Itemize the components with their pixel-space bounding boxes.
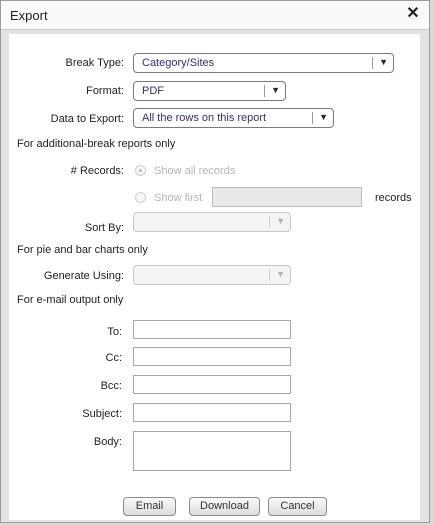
select-divider: [269, 269, 270, 281]
generate-using-select[interactable]: ▼: [133, 265, 291, 285]
show-first-label: Show first: [154, 192, 203, 204]
export-dialog: Export ✕ Break Type: Category/Sites ▼ Fo…: [0, 0, 430, 523]
radio-selected-icon: [139, 169, 142, 172]
email-button[interactable]: Email: [123, 497, 176, 516]
to-label: To:: [107, 326, 122, 338]
dialog-titlebar: Export ✕: [1, 1, 429, 30]
select-divider: [372, 57, 373, 69]
records-count-input[interactable]: [212, 187, 362, 207]
chevron-down-icon: ▼: [319, 112, 328, 122]
body-label: Body:: [93, 436, 122, 448]
bcc-label: Bcc:: [100, 380, 122, 392]
sort-by-select[interactable]: ▼: [133, 212, 291, 232]
chevron-down-icon: ▼: [276, 269, 285, 279]
section-email: For e-mail output only: [17, 294, 124, 306]
cancel-button[interactable]: Cancel: [268, 497, 327, 516]
generate-using-label: Generate Using:: [43, 270, 124, 282]
data-to-export-label: Data to Export:: [50, 113, 124, 125]
data-to-export-select[interactable]: All the rows on this report ▼: [133, 108, 334, 128]
section-additional-break: For additional-break reports only: [17, 138, 176, 150]
chevron-down-icon: ▼: [379, 57, 388, 67]
cc-input[interactable]: [133, 347, 291, 366]
show-all-records-radio[interactable]: [135, 165, 146, 176]
export-form: Break Type: Category/Sites ▼ Format: PDF…: [9, 34, 420, 520]
records-label: # Records:: [70, 165, 124, 177]
chevron-down-icon: ▼: [271, 85, 280, 95]
select-divider: [264, 85, 265, 97]
records-suffix: records: [375, 192, 412, 204]
subject-label: Subject:: [82, 408, 122, 420]
format-value: PDF: [142, 85, 164, 97]
download-button[interactable]: Download: [189, 497, 260, 516]
chevron-down-icon: ▼: [276, 216, 285, 226]
to-input[interactable]: [133, 320, 291, 339]
section-charts: For pie and bar charts only: [17, 244, 148, 256]
show-first-radio[interactable]: [135, 192, 146, 203]
break-type-label: Break Type:: [65, 57, 125, 69]
format-select[interactable]: PDF ▼: [133, 81, 286, 101]
cc-label: Cc:: [105, 352, 123, 364]
bcc-input[interactable]: [133, 375, 291, 394]
data-to-export-value: All the rows on this report: [142, 112, 267, 124]
close-icon[interactable]: ✕: [403, 4, 423, 24]
select-divider: [312, 112, 313, 124]
subject-input[interactable]: [133, 403, 291, 422]
dialog-title: Export: [10, 8, 48, 23]
body-textarea[interactable]: [133, 431, 291, 471]
format-label: Format:: [86, 85, 124, 97]
select-divider: [269, 216, 270, 228]
show-all-records-label: Show all records: [154, 165, 236, 177]
break-type-select[interactable]: Category/Sites ▼: [133, 53, 394, 73]
sort-by-label: Sort By:: [84, 222, 124, 234]
break-type-value: Category/Sites: [142, 57, 215, 69]
